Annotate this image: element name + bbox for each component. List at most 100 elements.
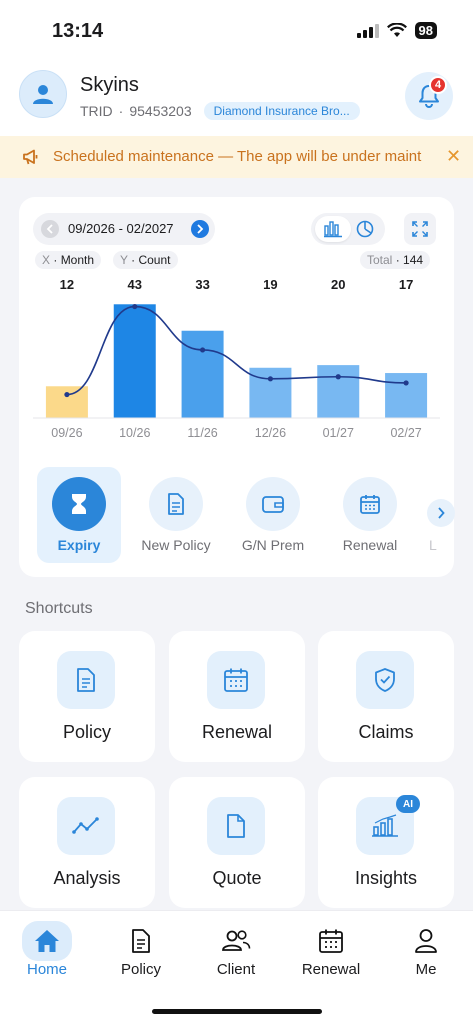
user-meta: TRID · 95453203 Diamond Insurance Bro... bbox=[80, 102, 360, 120]
status-icons: 98 bbox=[356, 22, 437, 39]
chart-bar bbox=[181, 330, 224, 418]
metric-label: G/N Prem bbox=[241, 537, 305, 553]
calendar-icon bbox=[311, 925, 351, 957]
pie-chart-icon[interactable] bbox=[355, 219, 375, 239]
tab-policy[interactable]: Policy bbox=[101, 921, 181, 981]
tab-label: Client bbox=[216, 961, 256, 978]
x-tick-label: 12/26 bbox=[255, 426, 286, 440]
total-label: Total bbox=[367, 253, 393, 267]
close-icon[interactable]: ✕ bbox=[446, 146, 461, 167]
shortcut-label: Quote bbox=[212, 868, 262, 888]
chevron-left-icon[interactable] bbox=[41, 220, 59, 238]
expiry-chart: 12 09/26 43 10/26 33 11/26 19 12/26 20 01/27 17 02/… bbox=[33, 277, 440, 440]
metrics-next-button[interactable] bbox=[427, 499, 455, 527]
x-tick-label: 01/27 bbox=[323, 426, 354, 440]
file-icon bbox=[207, 797, 265, 855]
policy-doc-icon bbox=[57, 651, 115, 709]
y-axis-key: Y bbox=[120, 253, 128, 267]
signal-icon bbox=[356, 23, 379, 38]
notifications-button[interactable]: 4 bbox=[405, 72, 453, 120]
tab-label: Policy bbox=[120, 961, 161, 978]
y-axis-value: Count bbox=[138, 253, 171, 267]
calendar-icon bbox=[207, 651, 265, 709]
agency-chip[interactable]: Diamond Insurance Bro... bbox=[203, 102, 360, 120]
notification-count-badge: 4 bbox=[429, 76, 447, 94]
wallet-icon bbox=[246, 477, 300, 531]
shortcut-policy[interactable]: Policy bbox=[19, 631, 155, 762]
status-time: 13:14 bbox=[52, 20, 104, 42]
x-tick-label: 10/26 bbox=[119, 426, 150, 440]
shortcut-label: Claims bbox=[358, 722, 414, 742]
tab-label: Renewal bbox=[301, 961, 361, 978]
x-axis-value: Month bbox=[60, 253, 95, 267]
chart-bar bbox=[113, 304, 156, 418]
bar-value-label: 19 bbox=[263, 277, 277, 292]
user-name: Skyins bbox=[80, 74, 139, 96]
chart-bar bbox=[45, 386, 88, 418]
chevron-right-icon[interactable] bbox=[191, 220, 209, 238]
y-axis-chip[interactable]: Y · Count bbox=[113, 251, 178, 269]
x-tick-label: 11/26 bbox=[187, 426, 217, 440]
x-axis-chip[interactable]: X · Month bbox=[35, 251, 102, 269]
shortcut-label: Analysis bbox=[53, 868, 121, 888]
battery-indicator: 98 bbox=[414, 22, 437, 39]
date-range-selector[interactable]: 09/2026 - 02/2027 bbox=[33, 213, 215, 245]
total-value: 144 bbox=[403, 253, 424, 267]
tab-home[interactable]: Home bbox=[7, 921, 87, 981]
person-icon bbox=[406, 925, 446, 957]
metric-new-policy[interactable]: New Policy bbox=[134, 467, 218, 563]
chevron-right-icon bbox=[438, 507, 445, 519]
shortcut-quote[interactable]: Quote bbox=[169, 777, 305, 908]
bar-value-label: 33 bbox=[195, 277, 209, 292]
bar-value-label: 17 bbox=[399, 277, 413, 292]
tab-label: Home bbox=[26, 961, 67, 978]
chart-view-toggle[interactable] bbox=[311, 213, 385, 245]
maintenance-banner[interactable]: Scheduled maintenance — The app will be … bbox=[0, 136, 473, 178]
total-chip: Total · 144 bbox=[360, 251, 431, 269]
date-range-text: 09/2026 - 02/2027 bbox=[68, 221, 174, 236]
meta-separator: · bbox=[118, 103, 124, 119]
trend-line-icon bbox=[57, 797, 115, 855]
metric-renewal[interactable]: Renewal bbox=[328, 467, 412, 563]
trid-label: TRID bbox=[80, 103, 113, 119]
shortcut-claims[interactable]: Claims bbox=[318, 631, 454, 762]
avatar[interactable] bbox=[19, 70, 67, 118]
profile-header: Skyins TRID · 95453203 Diamond Insurance… bbox=[0, 62, 473, 136]
users-icon bbox=[216, 925, 256, 957]
home-indicator bbox=[152, 1009, 322, 1014]
bar-value-label: 12 bbox=[60, 277, 74, 292]
trend-point bbox=[64, 391, 70, 398]
metric-gn-prem[interactable]: G/N Prem bbox=[231, 467, 315, 563]
user-icon bbox=[33, 85, 53, 104]
x-tick-label: 02/27 bbox=[390, 426, 421, 440]
shield-check-icon bbox=[356, 651, 414, 709]
x-axis-key: X bbox=[42, 253, 51, 267]
shortcut-insights[interactable]: AI Insights bbox=[318, 777, 454, 908]
expand-button[interactable] bbox=[404, 213, 436, 245]
trend-point bbox=[335, 374, 341, 380]
bar-chart-icon[interactable] bbox=[315, 216, 351, 242]
metric-expiry[interactable]: Expiry bbox=[37, 467, 121, 563]
tab-label: Me bbox=[415, 961, 437, 978]
trend-point bbox=[132, 303, 138, 310]
megaphone-icon bbox=[23, 149, 38, 165]
bar-value-label: 43 bbox=[128, 277, 142, 292]
metric-selector: Expiry New Policy G/N Prem Renewal L bbox=[37, 467, 455, 563]
status-bar: 13:14 98 bbox=[0, 0, 473, 62]
tab-me[interactable]: Me bbox=[386, 921, 466, 981]
wifi-icon bbox=[386, 23, 407, 37]
trid-value: 95453203 bbox=[129, 103, 192, 119]
document-icon bbox=[149, 477, 203, 531]
tab-renewal[interactable]: Renewal bbox=[291, 921, 371, 981]
metric-label-partial: L bbox=[429, 537, 437, 553]
maintenance-text: Scheduled maintenance — The app will be … bbox=[53, 148, 422, 165]
shortcut-analysis[interactable]: Analysis bbox=[19, 777, 155, 908]
shortcuts-title: Shortcuts bbox=[25, 600, 93, 617]
home-icon bbox=[22, 921, 72, 961]
tab-client[interactable]: Client bbox=[196, 921, 276, 981]
metric-label: Renewal bbox=[342, 537, 398, 553]
shortcut-renewal[interactable]: Renewal bbox=[169, 631, 305, 762]
metric-label: New Policy bbox=[141, 537, 211, 553]
x-tick-label: 09/26 bbox=[51, 426, 82, 440]
chart-bar bbox=[317, 365, 360, 418]
